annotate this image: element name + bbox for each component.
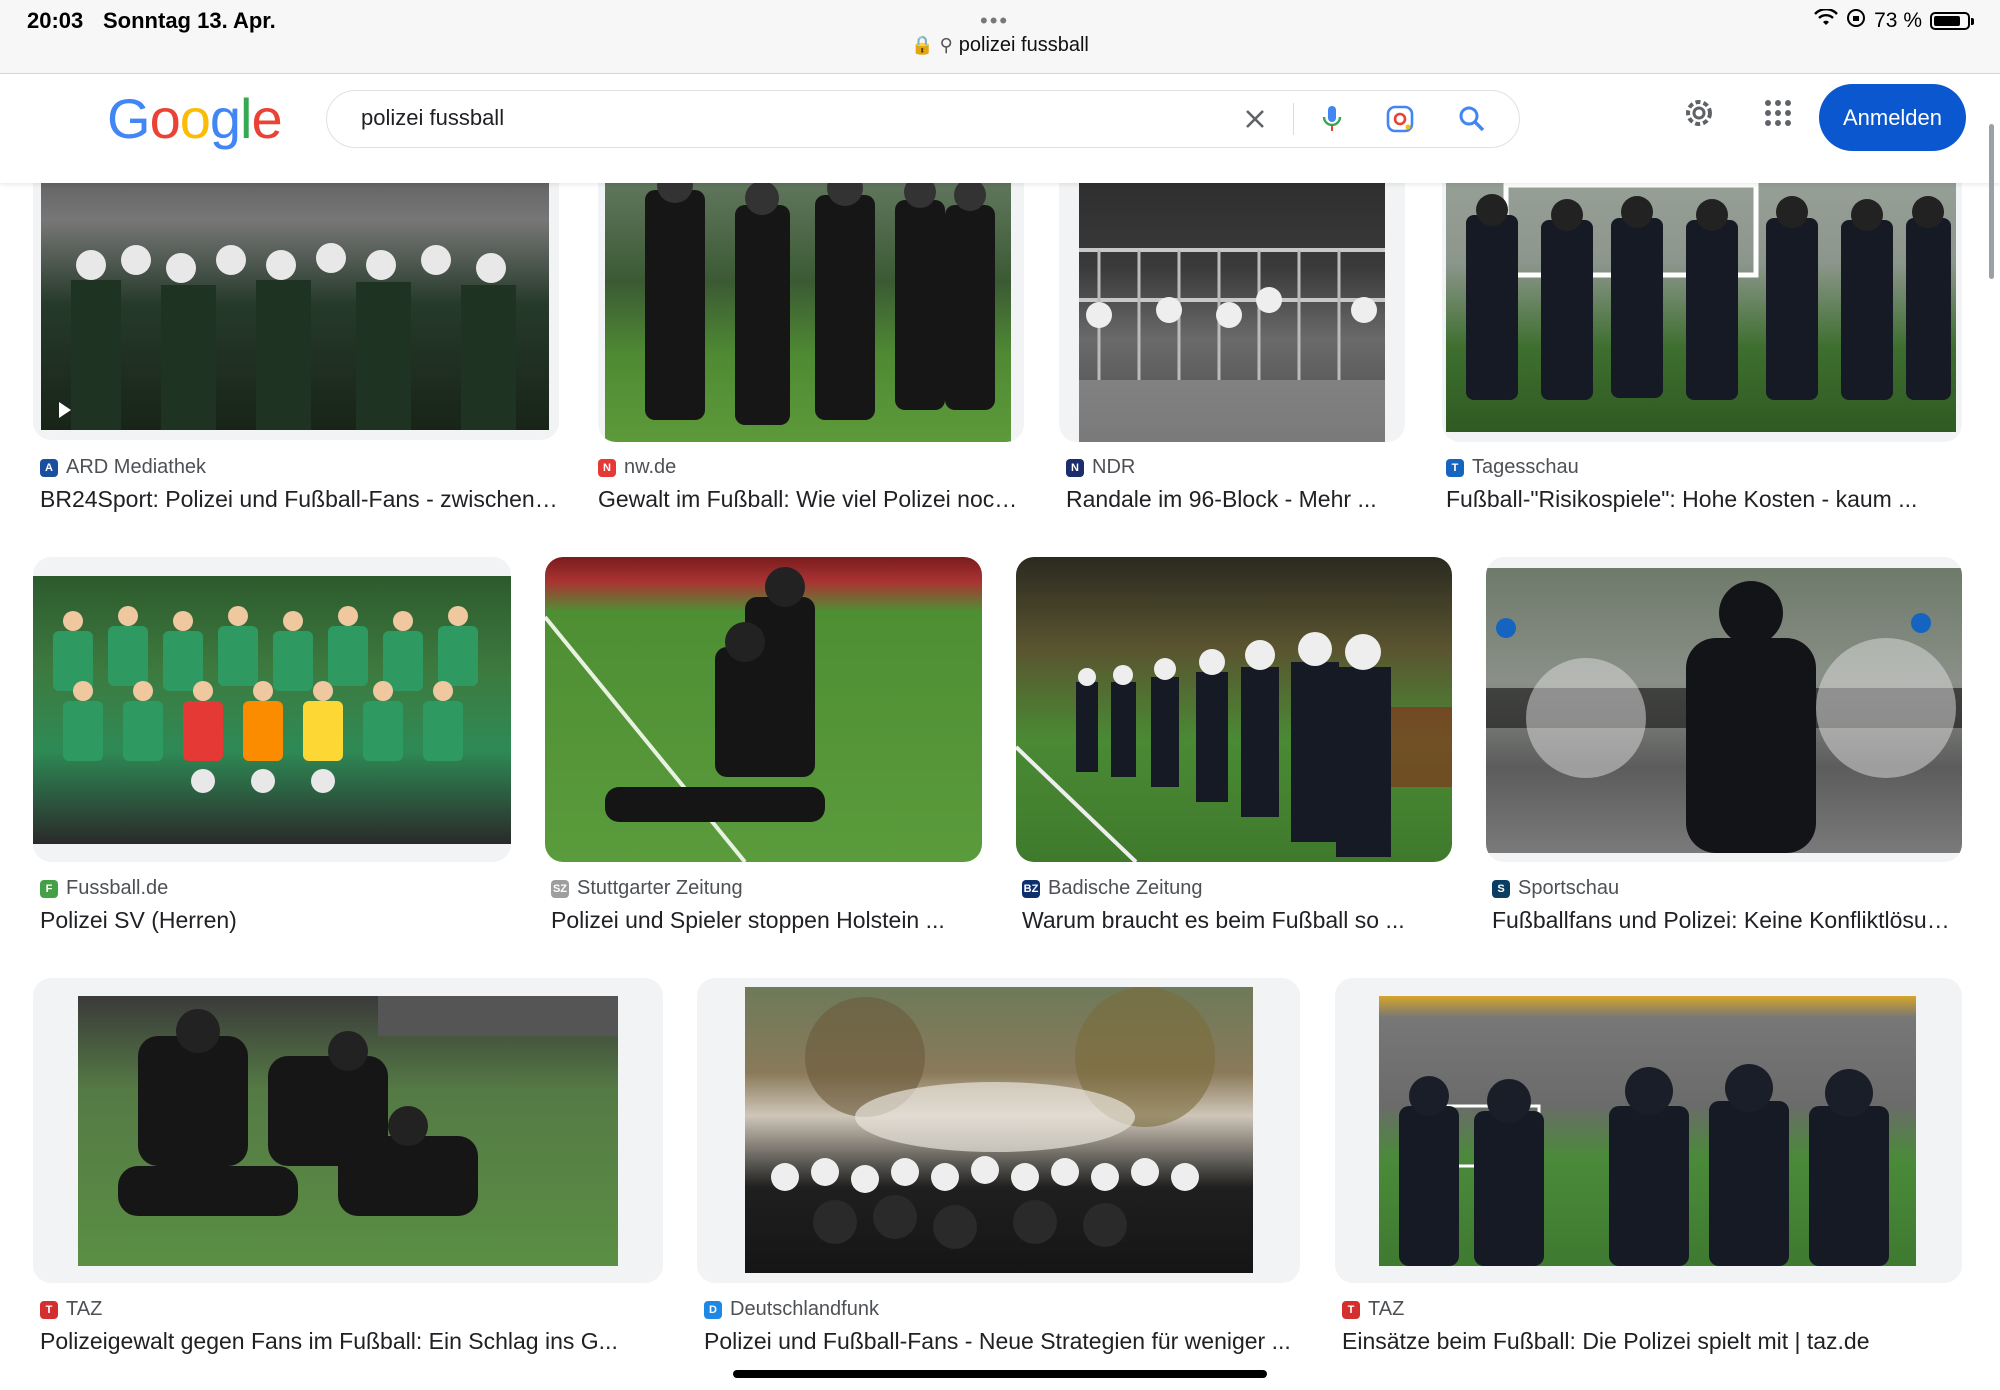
result-title[interactable]: Einsätze beim Fußball: Die Polizei spiel… xyxy=(1342,1328,1962,1355)
result-title[interactable]: Fußballfans und Polizei: Keine Konfliktl… xyxy=(1492,907,1962,934)
police-photo xyxy=(1399,1064,1889,1266)
multitasking-dots-icon[interactable]: ••• xyxy=(980,8,1009,34)
search-input[interactable]: polizei fussball xyxy=(361,105,504,131)
search-divider xyxy=(1293,103,1294,135)
battery-icon xyxy=(1930,12,1974,30)
wifi-icon xyxy=(1814,8,1839,33)
police-photo xyxy=(645,167,995,425)
google-logo[interactable]: Google xyxy=(107,86,283,151)
police-photo xyxy=(771,987,1215,1249)
address-text: polizei fussball xyxy=(958,34,1089,56)
apps-grid-icon[interactable] xyxy=(1753,88,1803,138)
result-title[interactable]: Polizeigewalt gegen Fans im Fußball: Ein… xyxy=(40,1328,665,1355)
result-source: D Deutschlandfunk xyxy=(704,1298,879,1321)
search-icon[interactable] xyxy=(1452,99,1492,139)
google-header: Google polizei fussball Anmelden xyxy=(0,74,2000,183)
status-bar: 20:03 Sonntag 13. Apr. ••• 73 % 🔒 ⚲ polize… xyxy=(0,0,2000,74)
result-thumbnail[interactable] xyxy=(33,978,663,1283)
taz-favicon-icon: T xyxy=(1342,1300,1360,1319)
police-photo xyxy=(1079,248,1385,442)
status-date: Sonntag 13. Apr. xyxy=(103,8,276,33)
result-thumbnail[interactable] xyxy=(33,557,511,862)
result-source: N NDR xyxy=(1066,456,1135,479)
address-bar[interactable]: 🔒 ⚲ polizei fussball xyxy=(0,34,2000,57)
police-photo xyxy=(71,243,516,430)
result-source: T Tagesschau xyxy=(1446,456,1579,479)
team-photo xyxy=(53,606,478,793)
result-thumbnail[interactable] xyxy=(545,557,982,862)
police-photo xyxy=(545,567,825,862)
result-title[interactable]: Randale im 96-Block - Mehr ... xyxy=(1066,486,1406,513)
stuttgarter-zeitung-favicon-icon: SZ xyxy=(551,879,569,898)
rotation-lock-icon xyxy=(1846,8,1866,34)
home-indicator[interactable] xyxy=(733,1370,1267,1378)
ard-favicon-icon: A xyxy=(40,458,58,477)
fussballde-favicon-icon: F xyxy=(40,879,58,898)
result-source: A ARD Mediathek xyxy=(40,456,206,479)
deutschlandfunk-favicon-icon: D xyxy=(704,1300,722,1319)
result-source: S Sportschau xyxy=(1492,877,1619,900)
settings-gear-icon[interactable] xyxy=(1674,88,1724,138)
result-source: T TAZ xyxy=(1342,1298,1404,1321)
clear-icon[interactable] xyxy=(1235,99,1275,139)
search-small-icon: ⚲ xyxy=(939,35,953,55)
sportschau-favicon-icon: S xyxy=(1492,879,1510,898)
result-title[interactable]: Polizei SV (Herren) xyxy=(40,907,510,934)
lock-icon: 🔒 xyxy=(911,35,934,55)
result-title[interactable]: Polizei und Spieler stoppen Holstein ... xyxy=(551,907,981,934)
status-indicators: 73 % xyxy=(1814,8,1974,34)
signin-button[interactable]: Anmelden xyxy=(1819,84,1966,151)
result-thumbnail[interactable] xyxy=(598,150,1024,442)
scrollbar[interactable] xyxy=(1989,124,1994,279)
status-time: 20:03 xyxy=(27,8,84,33)
result-thumbnail[interactable] xyxy=(1016,557,1452,862)
google-lens-icon[interactable] xyxy=(1380,99,1420,139)
police-photo xyxy=(1486,581,1962,853)
result-title[interactable]: Polizei und Fußball-Fans - Neue Strategi… xyxy=(704,1328,1299,1355)
police-photo xyxy=(1466,182,1951,400)
result-source: F Fussball.de xyxy=(40,877,168,900)
police-photo xyxy=(1016,632,1452,862)
result-title[interactable]: Gewalt im Fußball: Wie viel Polizei noch… xyxy=(598,486,1018,513)
tagesschau-favicon-icon: T xyxy=(1446,458,1464,477)
result-thumbnail[interactable] xyxy=(1442,150,1962,442)
result-thumbnail[interactable] xyxy=(697,978,1300,1283)
nw-favicon-icon: N xyxy=(598,458,616,477)
result-title[interactable]: Warum braucht es beim Fußball so ... xyxy=(1022,907,1452,934)
police-photo xyxy=(118,996,618,1216)
result-source: T TAZ xyxy=(40,1298,102,1321)
result-title[interactable]: BR24Sport: Polizei und Fußball-Fans - zw… xyxy=(40,486,560,513)
result-thumbnail[interactable] xyxy=(33,150,559,440)
result-thumbnail[interactable] xyxy=(1486,557,1962,862)
taz-favicon-icon: T xyxy=(40,1300,58,1319)
result-title[interactable]: Fußball-"Risikospiele": Hohe Kosten - ka… xyxy=(1446,486,1956,513)
result-thumbnail[interactable] xyxy=(1059,150,1405,442)
result-source: BZ Badische Zeitung xyxy=(1022,877,1203,899)
microphone-icon[interactable] xyxy=(1312,99,1352,139)
battery-percent: 73 % xyxy=(1874,9,1922,32)
search-box[interactable]: polizei fussball xyxy=(326,90,1520,148)
badische-zeitung-favicon-icon: BZ xyxy=(1022,879,1040,898)
result-thumbnail[interactable] xyxy=(1335,978,1962,1283)
ndr-favicon-icon: N xyxy=(1066,458,1084,477)
video-play-icon[interactable] xyxy=(59,402,71,418)
result-source: Nnw.de xyxy=(598,456,676,479)
result-source: SZ Stuttgarter Zeitung xyxy=(551,877,743,899)
